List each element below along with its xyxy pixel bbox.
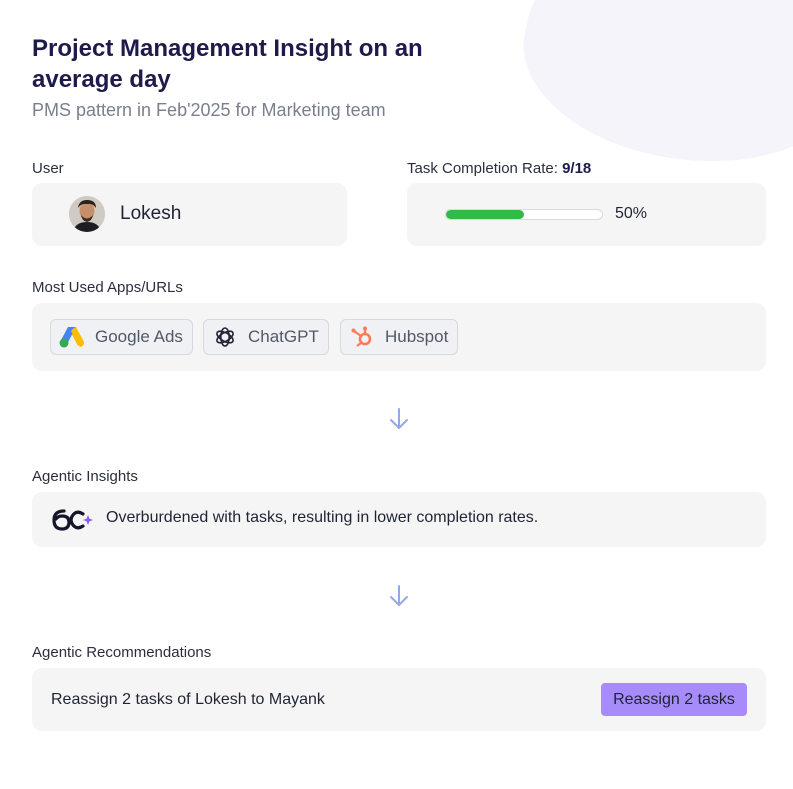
user-label: User	[32, 160, 64, 177]
recommendation-text: Reassign 2 tasks of Lokesh to Mayank	[51, 691, 325, 708]
app-chip-label: ChatGPT	[248, 327, 319, 346]
page-title: Project Management Insight on an average…	[32, 35, 423, 93]
arrow-down-icon	[390, 408, 408, 429]
app-chip-chatgpt[interactable]: ChatGPT	[203, 319, 329, 355]
reassign-tasks-button[interactable]: Reassign 2 tasks	[601, 683, 747, 716]
user-card: Lokesh	[32, 183, 347, 246]
progress-bar	[445, 209, 603, 220]
task-completion-card: 50%	[407, 183, 766, 246]
user-name: Lokesh	[120, 203, 182, 224]
page-subtitle: PMS pattern in Feb'2025 for Marketing te…	[32, 100, 386, 120]
recommendations-label: Agentic Recommendations	[32, 644, 212, 661]
insights-card: Overburdened with tasks, resulting in lo…	[32, 492, 766, 547]
app-chip-label: Google Ads	[95, 327, 183, 346]
app-chip-label: Hubspot	[385, 327, 449, 346]
user-avatar-icon	[69, 196, 105, 232]
app-chip-google-ads[interactable]: Google Ads	[50, 319, 193, 355]
progress-bar-fill	[446, 210, 524, 219]
insight-text: Overburdened with tasks, resulting in lo…	[106, 509, 539, 526]
recommendations-card: Reassign 2 tasks of Lokesh to Mayank Rea…	[32, 668, 766, 731]
apps-label: Most Used Apps/URLs	[32, 279, 183, 296]
completion-percent: 50%	[615, 205, 648, 222]
google-ads-icon	[59, 324, 85, 350]
avatar	[69, 196, 105, 232]
agentic-logo-icon	[50, 506, 94, 539]
task-completion-label-text: Task Completion Rate:	[407, 160, 558, 177]
task-completion-label: Task Completion Rate: 9/18	[407, 160, 591, 177]
hubspot-icon	[349, 324, 375, 350]
task-completion-ratio: 9/18	[562, 160, 592, 177]
chatgpt-icon	[212, 324, 238, 350]
arrow-down-icon	[390, 585, 408, 606]
apps-card: Google Ads ChatGPT Hubspot	[32, 303, 766, 371]
app-chip-hubspot[interactable]: Hubspot	[340, 319, 459, 355]
insights-label: Agentic Insights	[32, 468, 138, 485]
